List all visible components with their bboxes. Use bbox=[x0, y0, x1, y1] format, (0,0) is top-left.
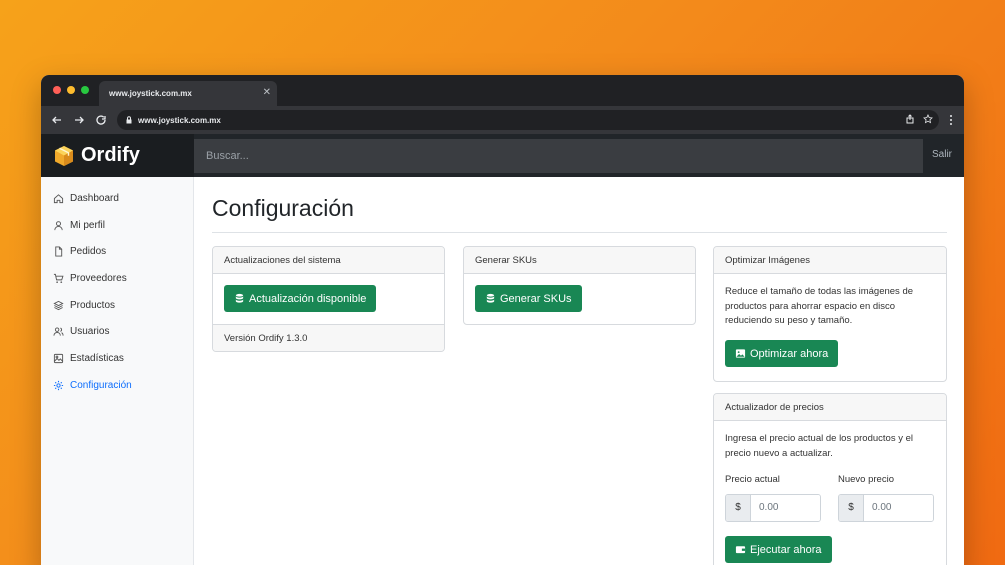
browser-tab-title: www.joystick.com.mx bbox=[109, 89, 192, 98]
optimize-images-header: Optimizar Imágenes bbox=[714, 247, 946, 274]
browser-menu-icon[interactable] bbox=[946, 114, 956, 126]
sidebar: Dashboard Mi perfil Pedidos Proveedores … bbox=[41, 177, 194, 565]
price-updater-description: Ingresa el precio actual de los producto… bbox=[725, 433, 913, 459]
current-price-field[interactable]: $ 0.00 bbox=[725, 494, 821, 523]
new-price-input[interactable]: 0.00 bbox=[864, 495, 933, 522]
main-content: Configuración Actualizaciones del sistem… bbox=[194, 177, 964, 565]
price-updater-card: Actualizador de precios Ingresa el preci… bbox=[713, 393, 947, 565]
close-tab-icon[interactable]: ✕ bbox=[263, 87, 271, 98]
gear-icon bbox=[53, 380, 64, 390]
lock-icon bbox=[126, 116, 132, 124]
wallet-icon bbox=[735, 546, 746, 554]
share-icon[interactable] bbox=[905, 114, 915, 124]
star-icon[interactable] bbox=[923, 114, 933, 124]
optimize-now-button[interactable]: Optimizar ahora bbox=[725, 340, 839, 368]
image-icon bbox=[53, 353, 64, 364]
file-icon bbox=[55, 246, 63, 257]
database-icon bbox=[486, 293, 495, 303]
price-updater-body: Ingresa el precio actual de los producto… bbox=[714, 421, 946, 565]
minimize-window-button[interactable] bbox=[67, 86, 75, 94]
maximize-window-button[interactable] bbox=[81, 86, 89, 94]
back-button[interactable] bbox=[47, 110, 67, 130]
execute-now-button[interactable]: Ejecutar ahora bbox=[725, 536, 832, 564]
sidebar-item-label: Pedidos bbox=[70, 246, 107, 258]
sidebar-item-label: Estadísticas bbox=[70, 352, 124, 364]
sidebar-item-dashboard[interactable]: Dashboard bbox=[41, 185, 193, 212]
box-logo-icon bbox=[55, 145, 73, 166]
brand-name: Ordify bbox=[81, 144, 140, 166]
current-price-group: Precio actual $ 0.00 bbox=[725, 473, 821, 523]
current-price-input[interactable]: 0.00 bbox=[751, 495, 820, 522]
search-placeholder: Buscar... bbox=[206, 150, 249, 162]
generate-skus-label: Generar SKUs bbox=[500, 292, 572, 305]
search-input[interactable]: Buscar... bbox=[194, 139, 923, 173]
close-window-button[interactable] bbox=[53, 86, 61, 94]
currency-addon: $ bbox=[839, 495, 864, 522]
image-icon bbox=[735, 349, 746, 358]
update-available-button[interactable]: Actualización disponible bbox=[224, 285, 377, 312]
current-price-label: Precio actual bbox=[725, 474, 780, 486]
sku-card-header: Generar SKUs bbox=[464, 247, 695, 274]
arrow-right-icon bbox=[75, 116, 84, 124]
database-icon bbox=[235, 293, 244, 303]
sidebar-item-label: Mi perfil bbox=[70, 219, 106, 231]
currency-addon: $ bbox=[726, 495, 751, 522]
layers-icon bbox=[53, 300, 64, 310]
sidebar-item-users[interactable]: Usuarios bbox=[41, 318, 193, 345]
app-header: Ordify Buscar... Salir bbox=[41, 134, 964, 177]
updates-card-header: Actualizaciones del sistema bbox=[213, 247, 444, 274]
sidebar-item-products[interactable]: Productos bbox=[41, 292, 193, 319]
new-price-label: Nuevo precio bbox=[838, 474, 894, 486]
logout-link[interactable]: Salir bbox=[932, 149, 952, 160]
page-title: Configuración bbox=[212, 195, 947, 233]
browser-window: www.joystick.com.mx ✕ www.joystick.com.m… bbox=[41, 75, 964, 565]
version-footer: Versión Ordify 1.3.0 bbox=[213, 324, 444, 351]
arrow-left-icon bbox=[52, 116, 61, 124]
optimize-images-card: Optimizar Imágenes Reduce el tamaño de t… bbox=[713, 246, 947, 382]
address-bar[interactable]: www.joystick.com.mx bbox=[117, 110, 939, 130]
users-icon bbox=[53, 327, 64, 336]
cart-icon bbox=[53, 273, 64, 283]
sidebar-item-label: Configuración bbox=[70, 379, 132, 391]
new-price-field[interactable]: $ 0.00 bbox=[838, 494, 934, 523]
browser-tab[interactable]: www.joystick.com.mx ✕ bbox=[99, 81, 277, 106]
sidebar-item-settings[interactable]: Configuración bbox=[41, 372, 193, 399]
forward-button[interactable] bbox=[69, 110, 89, 130]
sidebar-item-statistics[interactable]: Estadísticas bbox=[41, 345, 193, 372]
sidebar-item-label: Usuarios bbox=[70, 326, 110, 338]
generate-skus-button[interactable]: Generar SKUs bbox=[475, 285, 582, 312]
sku-card: Generar SKUs Generar SKUs bbox=[463, 246, 696, 325]
sidebar-item-orders[interactable]: Pedidos bbox=[41, 238, 193, 265]
execute-now-label: Ejecutar ahora bbox=[750, 543, 822, 556]
browser-tabstrip: www.joystick.com.mx ✕ bbox=[41, 75, 964, 106]
window-controls bbox=[53, 86, 89, 94]
sidebar-item-label: Dashboard bbox=[70, 192, 119, 204]
updates-card: Actualizaciones del sistema Actualizació… bbox=[212, 246, 445, 352]
home-icon bbox=[53, 194, 64, 203]
optimize-images-body: Reduce el tamaño de todas las imágenes d… bbox=[714, 274, 946, 378]
reload-button[interactable] bbox=[91, 110, 111, 130]
update-available-label: Actualización disponible bbox=[249, 292, 367, 305]
address-bar-actions bbox=[905, 114, 933, 124]
address-url: www.joystick.com.mx bbox=[138, 115, 221, 125]
sidebar-item-profile[interactable]: Mi perfil bbox=[41, 212, 193, 239]
price-updater-header: Actualizador de precios bbox=[714, 394, 946, 421]
sidebar-item-suppliers[interactable]: Proveedores bbox=[41, 265, 193, 292]
new-price-group: Nuevo precio $ 0.00 bbox=[838, 473, 934, 523]
brand[interactable]: Ordify bbox=[41, 134, 194, 177]
sku-card-body: Generar SKUs bbox=[464, 274, 695, 323]
reload-icon bbox=[96, 115, 106, 125]
app-body: Dashboard Mi perfil Pedidos Proveedores … bbox=[41, 177, 964, 565]
updates-card-body: Actualización disponible bbox=[213, 274, 444, 324]
sidebar-item-label: Productos bbox=[70, 299, 116, 311]
user-icon bbox=[54, 220, 63, 230]
optimize-now-label: Optimizar ahora bbox=[750, 347, 829, 360]
browser-toolbar: www.joystick.com.mx bbox=[41, 106, 964, 134]
optimize-images-description: Reduce el tamaño de todas las imágenes d… bbox=[725, 286, 914, 327]
sidebar-item-label: Proveedores bbox=[70, 272, 127, 284]
